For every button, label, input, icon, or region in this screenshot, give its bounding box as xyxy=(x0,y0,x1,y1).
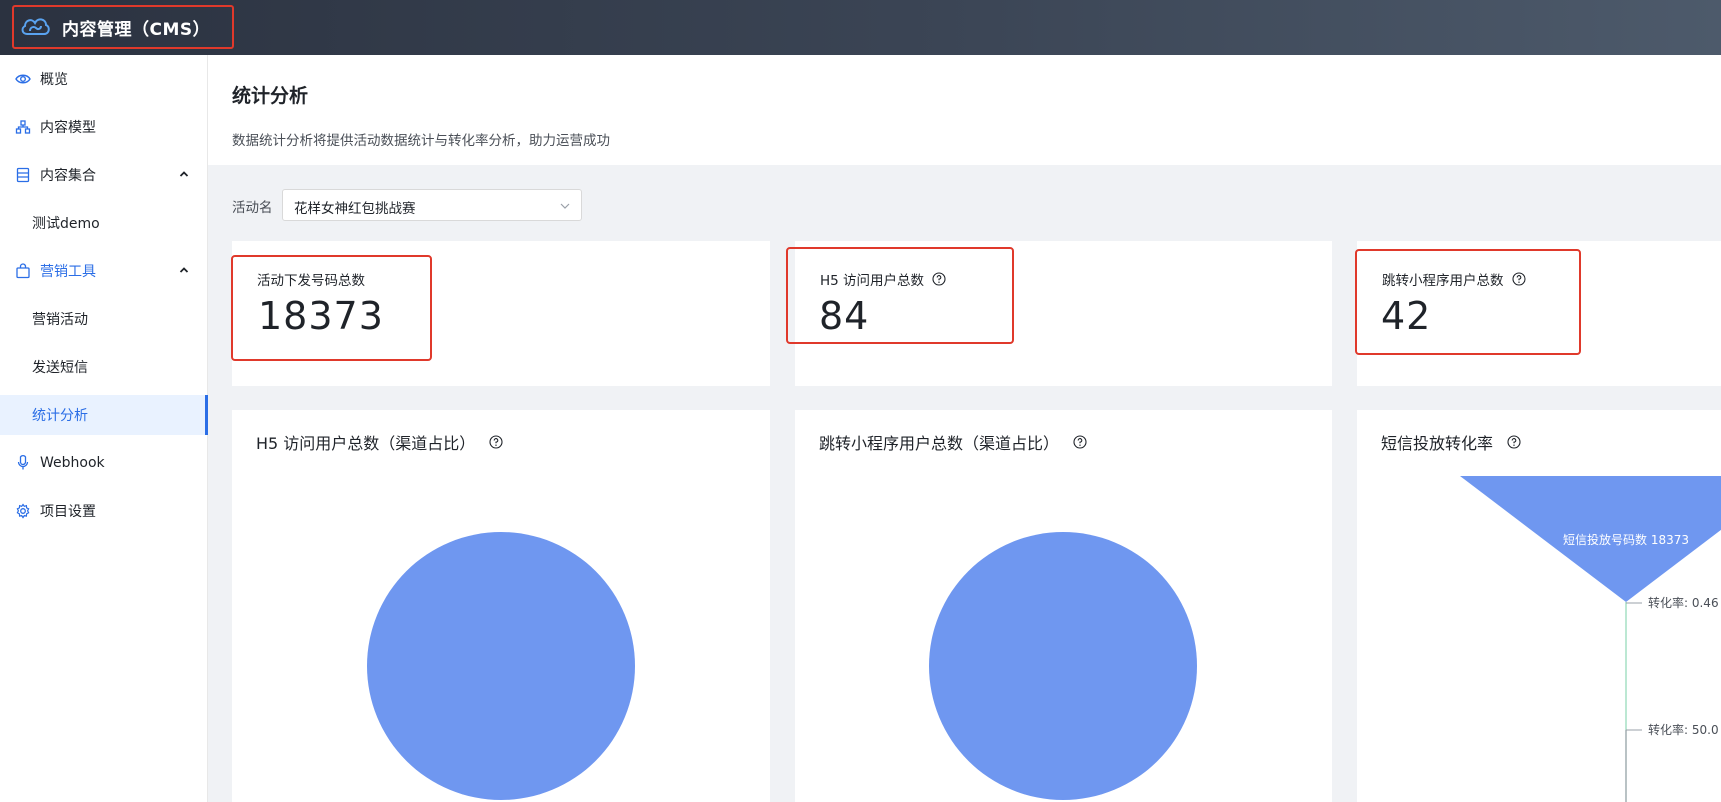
sidebar-item-send-sms[interactable]: 发送短信 xyxy=(0,347,208,387)
eye-icon xyxy=(15,74,31,84)
sidebar-item-content-model[interactable]: 内容模型 xyxy=(0,107,208,147)
chart-title: 短信投放转化率 xyxy=(1381,430,1521,454)
stat-card-sms-sent: 活动下发号码总数 18373 xyxy=(231,241,770,386)
gear-icon xyxy=(16,503,30,519)
activity-select-value: 花样女神红包挑战赛 xyxy=(294,201,416,217)
help-icon[interactable] xyxy=(1073,435,1087,449)
stat-card-miniprogram-users: 跳转小程序用户总数 42 xyxy=(1355,241,1721,386)
chevron-up-icon xyxy=(179,267,189,273)
stat-value: 42 xyxy=(1381,294,1432,338)
webhook-icon xyxy=(17,455,29,470)
sidebar-item-label: Webhook xyxy=(40,455,105,471)
chart-card-sms-conversion: 短信投放号码数 18373 转化率: 0.46 转化率: 50.0 短信投放转化率 xyxy=(1357,410,1721,802)
sidebar-item-label: 营销活动 xyxy=(32,312,88,328)
chart-title: 跳转小程序用户总数（渠道占比） xyxy=(819,430,1087,454)
page-header: 统计分析 数据统计分析将提供活动数据统计与转化率分析，助力运营成功 xyxy=(208,55,1721,165)
chart-card-miniprogram-channel: 跳转小程序用户总数（渠道占比） xyxy=(795,410,1332,802)
activity-name-label: 活动名 xyxy=(232,200,273,216)
stat-value: 18373 xyxy=(258,294,384,338)
pie-chart xyxy=(929,532,1197,800)
help-icon[interactable] xyxy=(489,435,503,449)
help-icon[interactable] xyxy=(932,272,946,286)
conversion-rate-label: 转化率: 0.46 xyxy=(1648,595,1719,610)
sidebar-item-label: 概览 xyxy=(40,72,68,88)
funnel-chart: 短信投放号码数 18373 转化率: 0.46 转化率: 50.0 xyxy=(1460,476,1721,802)
pie-slice[interactable] xyxy=(367,532,635,800)
stat-label-text: H5 访问用户总数 xyxy=(820,273,925,289)
chart-card-h5-channel: H5 访问用户总数（渠道占比） xyxy=(232,410,770,802)
stat-label-text: 活动下发号码总数 xyxy=(257,273,365,289)
stat-label-text: 跳转小程序用户总数 xyxy=(1382,273,1504,289)
sidebar-item-label: 内容集合 xyxy=(40,168,96,184)
stat-card-h5-visitors: H5 访问用户总数 84 xyxy=(786,241,1332,386)
chart-title-text: H5 访问用户总数（渠道占比） xyxy=(256,434,476,453)
page-description: 数据统计分析将提供活动数据统计与转化率分析，助力运营成功 xyxy=(232,133,610,149)
sidebar-item-overview[interactable]: 概览 xyxy=(0,59,208,99)
shopping-bag-icon xyxy=(16,263,30,279)
database-icon xyxy=(16,167,30,183)
sidebar-item-statistics[interactable]: 统计分析 xyxy=(0,395,208,435)
stat-value: 84 xyxy=(819,294,870,338)
chevron-down-icon xyxy=(560,203,570,209)
sidebar-item-project-settings[interactable]: 项目设置 xyxy=(0,491,208,531)
hierarchy-icon xyxy=(15,120,31,134)
sidebar-item-marketing-activity[interactable]: 营销活动 xyxy=(0,299,208,339)
sidebar-item-label: 营销工具 xyxy=(40,264,96,280)
sidebar-item-content-collection[interactable]: 内容集合 xyxy=(0,155,208,195)
sidebar-item-label: 发送短信 xyxy=(32,360,88,376)
sidebar-item-label: 统计分析 xyxy=(32,408,88,424)
chart-title-text: 短信投放转化率 xyxy=(1381,434,1494,453)
sidebar-item-test-demo[interactable]: 测试demo xyxy=(0,203,208,243)
sidebar: 概览 内容模型 内容集合 测试demo 营销工具 营销活动 发送短信 统计分析 … xyxy=(0,55,208,802)
sidebar-item-marketing-tools[interactable]: 营销工具 xyxy=(0,251,208,291)
sidebar-item-label: 内容模型 xyxy=(40,120,96,136)
pie-slice[interactable] xyxy=(929,532,1197,800)
top-bar: 内容管理（CMS） xyxy=(0,0,1721,55)
activity-select[interactable]: 花样女神红包挑战赛 xyxy=(282,189,582,221)
stat-label: H5 访问用户总数 xyxy=(820,269,946,289)
chart-title-text: 跳转小程序用户总数（渠道占比） xyxy=(819,434,1060,453)
stat-label: 跳转小程序用户总数 xyxy=(1382,269,1526,289)
pie-chart xyxy=(367,532,635,800)
help-icon[interactable] xyxy=(1507,435,1521,449)
chart-title: H5 访问用户总数（渠道占比） xyxy=(256,430,503,454)
conversion-rate-label: 转化率: 50.0 xyxy=(1648,722,1719,737)
chevron-up-icon xyxy=(179,171,189,177)
sidebar-item-label: 测试demo xyxy=(32,216,100,232)
stat-label: 活动下发号码总数 xyxy=(257,269,365,289)
sidebar-item-label: 项目设置 xyxy=(40,504,96,520)
sidebar-item-webhook[interactable]: Webhook xyxy=(0,443,208,483)
page-title: 统计分析 xyxy=(232,85,309,107)
funnel-stage-label: 短信投放号码数 18373 xyxy=(1563,532,1689,547)
app-brand[interactable]: 内容管理（CMS） xyxy=(12,5,234,49)
cloud-icon xyxy=(18,10,52,44)
app-title: 内容管理（CMS） xyxy=(62,19,211,40)
help-icon[interactable] xyxy=(1511,272,1526,286)
